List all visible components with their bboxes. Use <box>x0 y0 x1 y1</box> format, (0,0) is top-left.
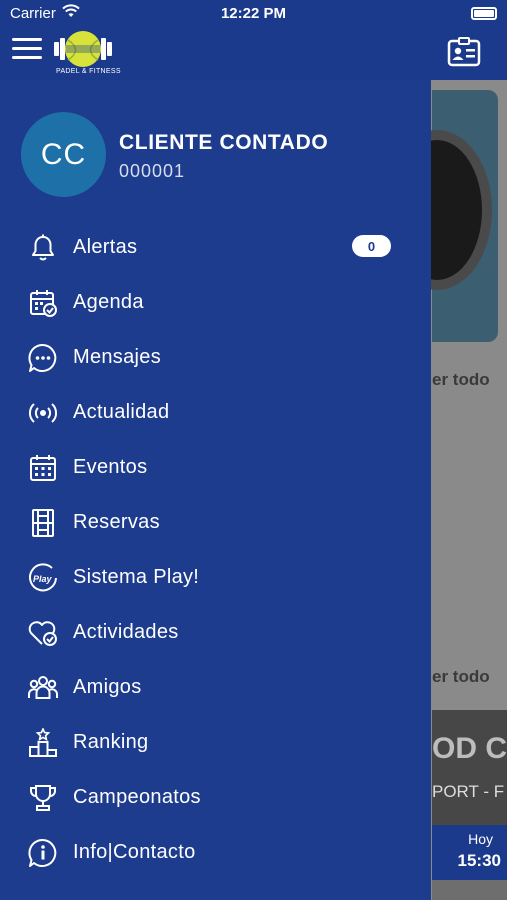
menu-item-sistema-play[interactable]: Play Sistema Play! <box>0 550 431 605</box>
court-icon <box>27 507 59 539</box>
logo-caption: PADEL & FITNESS <box>56 68 121 75</box>
alert-count-badge: 0 <box>352 235 391 257</box>
menu-label: Actualidad <box>73 401 170 423</box>
user-name: CLIENTE CONTADO <box>119 131 329 154</box>
group-icon <box>27 672 59 704</box>
today-time: 15:30 <box>457 851 501 870</box>
menu-label: Campeonatos <box>73 786 201 808</box>
play-badge-icon: Play <box>27 562 59 594</box>
menu-item-mensajes[interactable]: Mensajes <box>0 330 431 385</box>
background-banner[interactable]: OD CI PORT - F <box>432 710 507 825</box>
status-bar: Carrier 12:22 PM <box>0 0 507 28</box>
menu-label: Alertas <box>73 236 138 258</box>
user-id: 000001 <box>119 161 186 181</box>
menu-label: Reservas <box>73 511 160 533</box>
podium-icon <box>27 727 59 759</box>
ver-todo-link[interactable]: er todo <box>432 370 490 390</box>
today-label: Hoy <box>468 831 493 847</box>
menu-label: Eventos <box>73 456 148 478</box>
menu-item-campeonatos[interactable]: Campeonatos <box>0 770 431 825</box>
background-card-image[interactable] <box>382 90 498 342</box>
heart-check-icon <box>27 617 59 649</box>
ver-todo-link[interactable]: er todo <box>432 667 490 687</box>
navigation-drawer: CC CLIENTE CONTADO 000001 Alertas 0 Agen… <box>0 80 431 900</box>
app-header: PADEL & FITNESS <box>0 28 507 80</box>
background-bottom <box>432 880 507 900</box>
menu-label: Actividades <box>73 621 179 643</box>
bell-icon <box>27 232 59 264</box>
menu-label: Amigos <box>73 676 142 698</box>
broadcast-icon <box>27 397 59 429</box>
calendar-check-icon <box>27 287 59 319</box>
status-time: 12:22 PM <box>220 5 287 22</box>
svg-text:Play: Play <box>33 574 53 584</box>
id-card-icon[interactable] <box>447 37 481 67</box>
banner-subtitle: PORT - F <box>432 782 505 801</box>
menu-label: Mensajes <box>73 346 161 368</box>
menu-item-amigos[interactable]: Amigos <box>0 660 431 715</box>
calendar-grid-icon <box>27 452 59 484</box>
menu-item-actividades[interactable]: Actividades <box>0 605 431 660</box>
menu-item-alertas[interactable]: Alertas 0 <box>0 220 431 275</box>
menu-item-reservas[interactable]: Reservas <box>0 495 431 550</box>
menu-item-eventos[interactable]: Eventos <box>0 440 431 495</box>
menu-toggle-icon[interactable] <box>12 38 42 62</box>
menu-item-agenda[interactable]: Agenda <box>0 275 431 330</box>
menu-label: Agenda <box>73 291 144 313</box>
menu-label: Info|Contacto <box>73 841 196 863</box>
menu-item-actualidad[interactable]: Actualidad <box>0 385 431 440</box>
menu-item-info-contacto[interactable]: Info|Contacto <box>0 825 431 880</box>
menu-item-ranking[interactable]: Ranking <box>0 715 431 770</box>
chat-bubble-icon <box>27 342 59 374</box>
menu-label: Ranking <box>73 731 149 753</box>
menu-label: Sistema Play! <box>73 566 200 588</box>
battery-icon <box>471 7 497 20</box>
info-chat-icon <box>27 837 59 869</box>
background-next-event[interactable]: Hoy 15:30 <box>432 825 507 880</box>
avatar[interactable]: CC <box>21 112 106 197</box>
trophy-icon <box>27 782 59 814</box>
banner-title: OD CI <box>432 732 507 765</box>
